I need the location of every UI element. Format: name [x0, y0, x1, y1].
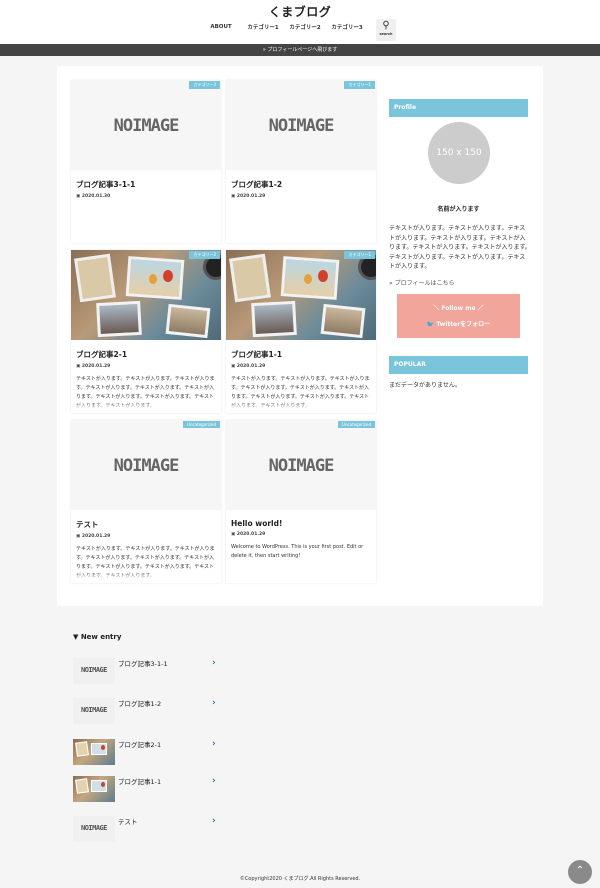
post-card[interactable]: NOIMAGE カテゴリー3 ブログ記事3-1-1 ▣ 2020.01.30 [71, 80, 221, 243]
global-nav: ABOUT カテゴリー1 カテゴリー2 カテゴリー3 [200, 23, 368, 31]
post-thumbnail[interactable]: カテゴリー2 [71, 250, 221, 340]
new-entry-item[interactable]: NOIMAGE ブログ記事3-1-1 › [73, 658, 218, 684]
post-card[interactable]: カテゴリー1 ブログ記事1-1 ▣ 2020.01.29 テキストが入ります。テ… [226, 250, 376, 413]
post-card[interactable]: NOIMAGE カテゴリー1 ブログ記事1-2 ▣ 2020.01.29 [226, 80, 376, 243]
post-date: ▣ 2020.01.29 [76, 534, 216, 539]
post-date: ▣ 2020.01.29 [76, 364, 216, 369]
post-title[interactable]: テスト [76, 519, 216, 530]
nav-item-about[interactable]: ABOUT [200, 24, 242, 30]
post-photo [71, 250, 221, 340]
back-to-top-button[interactable]: ⌃ [568, 860, 592, 884]
post-thumbnail[interactable]: カテゴリー1 [226, 250, 376, 340]
site-header: くまブログ ABOUT カテゴリー1 カテゴリー2 カテゴリー3 ⚲ searc… [0, 0, 600, 44]
post-card[interactable]: NOIMAGE Uncategorized Hello world! ▣ 202… [226, 420, 376, 583]
twitter-follow-button[interactable]: 🐦 Twitterをフォロー [397, 319, 520, 328]
category-badge[interactable]: Uncategorized [183, 421, 220, 428]
post-title[interactable]: Hello world! [231, 519, 371, 528]
avatar: 150 x 150 [428, 122, 490, 184]
no-image-placeholder: NOIMAGE [80, 666, 108, 674]
popular-widget-title: POPULAR [389, 356, 528, 374]
new-entry-item[interactable]: ブログ記事1-1 › [73, 776, 218, 802]
nav-item-category-2[interactable]: カテゴリー2 [284, 23, 326, 31]
category-badge[interactable]: カテゴリー1 [344, 251, 375, 259]
post-thumbnail[interactable]: NOIMAGE Uncategorized [71, 420, 221, 510]
profile-widget-title: Profile [389, 99, 528, 117]
post-title[interactable]: ブログ記事2-1 [76, 349, 216, 360]
category-badge[interactable]: Uncategorized [338, 421, 375, 428]
entry-thumbnail[interactable]: NOIMAGE [73, 698, 115, 724]
no-image-placeholder: NOIMAGE [268, 116, 335, 136]
chevron-right-icon[interactable]: › [212, 739, 216, 749]
post-date-text: 2020.01.29 [81, 534, 111, 539]
post-title[interactable]: ブログ記事1-2 [231, 179, 371, 190]
site-title[interactable]: くまブログ [0, 3, 600, 20]
twitter-icon: 🐦 [426, 321, 437, 328]
entry-title[interactable]: ブログ記事1-2 [118, 698, 161, 708]
post-date-text: 2020.01.29 [236, 194, 266, 199]
post-date: ▣ 2020.01.30 [76, 194, 216, 199]
post-date: ▣ 2020.01.29 [231, 532, 371, 537]
post-title[interactable]: ブログ記事3-1-1 [76, 179, 216, 190]
entry-thumbnail[interactable] [73, 776, 115, 802]
search-label: search [379, 32, 393, 36]
chevron-right-icon[interactable]: › [212, 816, 216, 826]
no-image-placeholder: NOIMAGE [80, 824, 108, 832]
new-entry-item[interactable]: NOIMAGE ブログ記事1-2 › [73, 698, 218, 724]
post-card[interactable]: NOIMAGE Uncategorized テスト ▣ 2020.01.29 テ… [71, 420, 221, 583]
post-excerpt: Welcome to WordPress. This is your first… [231, 543, 371, 579]
post-thumbnail[interactable]: NOIMAGE カテゴリー3 [71, 80, 221, 170]
post-photo [226, 250, 376, 340]
entry-title[interactable]: ブログ記事1-1 [118, 776, 161, 786]
entry-title[interactable]: テスト [118, 816, 138, 826]
post-excerpt: テキストが入ります。テキストが入ります。テキストが入ります。テキストが入ります。… [231, 376, 371, 411]
category-badge[interactable]: カテゴリー3 [189, 81, 220, 89]
entry-title[interactable]: ブログ記事2-1 [118, 739, 161, 749]
post-date-text: 2020.01.29 [236, 532, 266, 537]
search-icon: ⚲ [382, 20, 390, 31]
post-card[interactable]: カテゴリー2 ブログ記事2-1 ▣ 2020.01.29 テキストが入ります。テ… [71, 250, 221, 413]
new-entry-item[interactable]: ブログ記事2-1 › [73, 739, 218, 765]
category-badge[interactable]: カテゴリー2 [189, 251, 220, 259]
category-badge[interactable]: カテゴリー1 [344, 81, 375, 89]
popular-empty-message: まだデータがありません。 [389, 382, 461, 389]
new-entry-title: ▼ New entry [73, 633, 122, 641]
post-date-text: 2020.01.29 [236, 364, 266, 369]
post-date: ▣ 2020.01.29 [231, 364, 371, 369]
new-entry-item[interactable]: NOIMAGE テスト › [73, 816, 218, 842]
post-thumbnail[interactable]: NOIMAGE カテゴリー1 [226, 80, 376, 170]
follow-box: ＼ Follow me ／ 🐦 Twitterをフォロー [397, 294, 520, 338]
profile-link[interactable]: » プロフィールはこちら [389, 278, 454, 287]
copyright: ©Copyright2020 くまブログ.All Rights Reserved… [239, 876, 361, 882]
no-image-placeholder: NOIMAGE [113, 456, 180, 476]
follow-me-label: ＼ Follow me ／ [433, 305, 484, 312]
chevron-right-icon[interactable]: › [212, 698, 216, 708]
no-image-placeholder: NOIMAGE [113, 116, 180, 136]
entry-thumbnail[interactable] [73, 739, 115, 765]
arrow-up-icon: ⌃ [575, 865, 585, 876]
search-button[interactable]: ⚲ search [376, 19, 396, 41]
post-title[interactable]: ブログ記事1-1 [231, 349, 371, 360]
profile-description: テキストが入ります。テキストが入ります。テキストが入ります。テキストが入ります。… [389, 225, 531, 270]
profile-name: 名前が入ります [437, 206, 480, 213]
post-date-text: 2020.01.30 [81, 194, 111, 199]
chevron-right-icon[interactable]: › [212, 776, 216, 786]
no-image-placeholder: NOIMAGE [268, 456, 335, 476]
post-excerpt: テキストが入ります。テキストが入ります。テキストが入ります。テキストが入ります。… [76, 546, 216, 581]
post-excerpt: テキストが入ります。テキストが入ります。テキストが入ります。テキストが入ります。… [76, 376, 216, 411]
twitter-follow-label: Twitterをフォロー [436, 321, 491, 328]
entry-thumbnail[interactable]: NOIMAGE [73, 658, 115, 684]
post-date-text: 2020.01.29 [81, 364, 111, 369]
entry-thumbnail[interactable]: NOIMAGE [73, 816, 115, 842]
no-image-placeholder: NOIMAGE [80, 706, 108, 714]
nav-item-category-1[interactable]: カテゴリー1 [242, 23, 284, 31]
post-date: ▣ 2020.01.29 [231, 194, 371, 199]
profile-page-link-bar[interactable]: » プロフィールページへ飛びます [0, 44, 600, 56]
entry-title[interactable]: ブログ記事3-1-1 [118, 658, 168, 668]
nav-item-category-3[interactable]: カテゴリー3 [326, 23, 368, 31]
chevron-right-icon[interactable]: › [212, 658, 216, 668]
post-thumbnail[interactable]: NOIMAGE Uncategorized [226, 420, 376, 510]
